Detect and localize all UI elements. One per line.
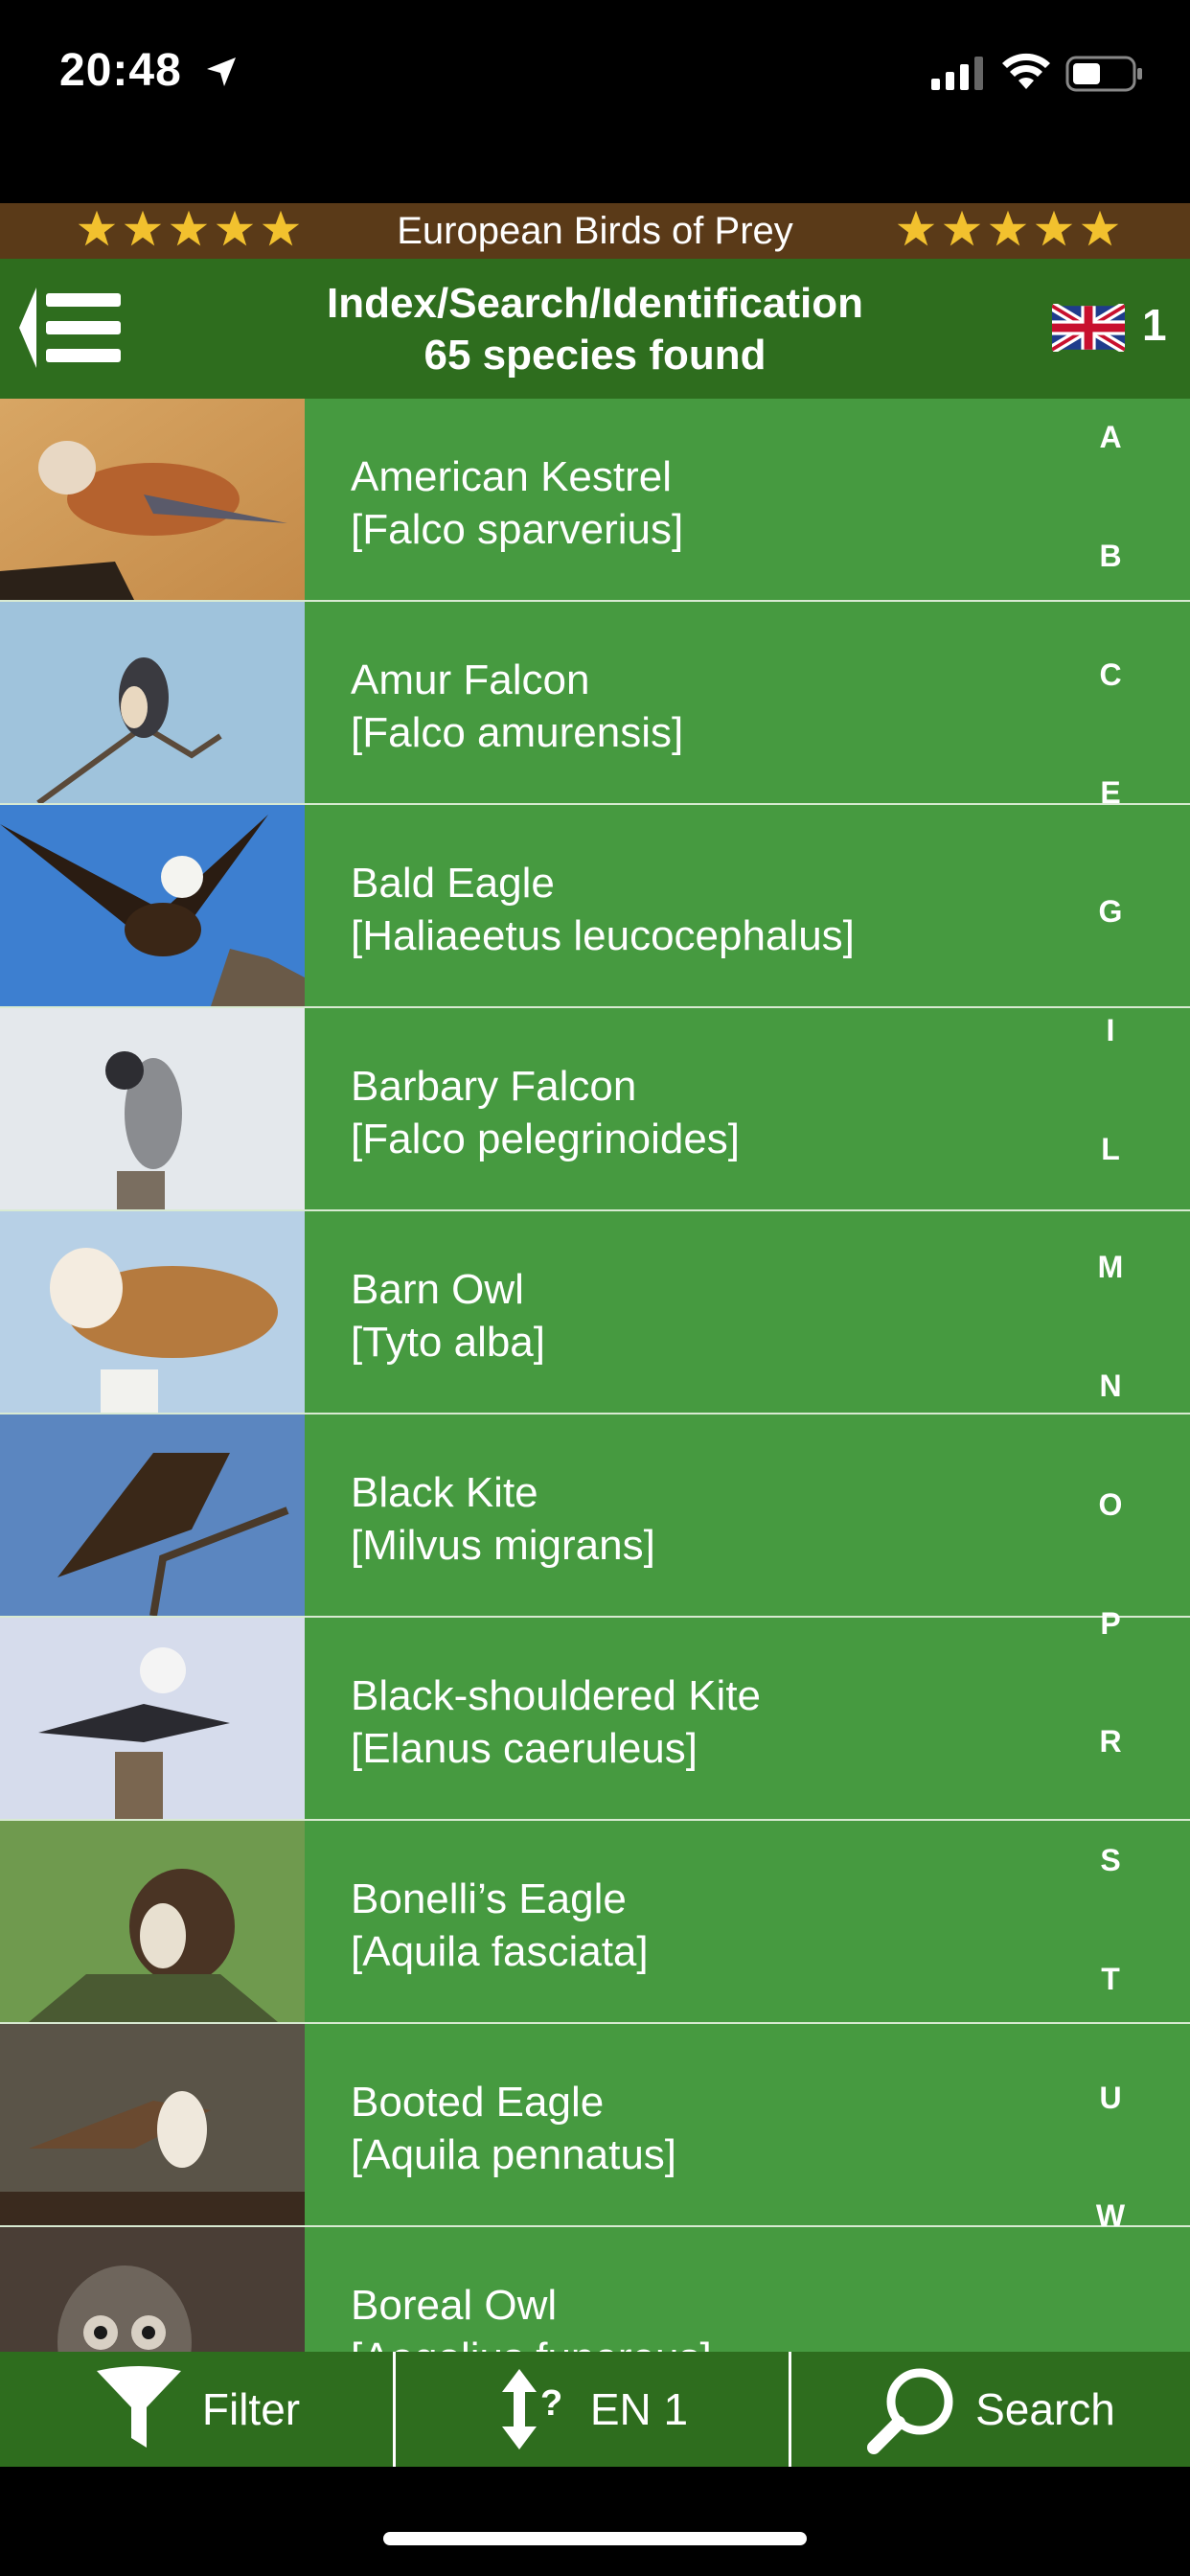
index-letter-n[interactable]: N [1054,1368,1167,1404]
species-name: Black-shouldered Kite [Elanus caeruleus] [351,1669,761,1775]
index-letter-s[interactable]: S [1054,1843,1167,1878]
cellular-signal-icon [931,57,983,90]
index-letter-g[interactable]: G [1054,894,1167,930]
species-count-text: 65 species found [423,332,767,379]
star-icon [1035,210,1073,246]
list-item[interactable]: Bonelli’s Eagle [Aquila fasciata] [0,1821,1190,2025]
list-item[interactable]: Barn Owl [Tyto alba] [0,1211,1190,1415]
latin-name: [Tyto alba] [351,1319,546,1366]
bird-thumbnail [0,2024,305,2225]
species-name: Booted Eagle [Aquila pennatus] [351,2076,676,2181]
header: Index/Search/Identification 65 species f… [0,259,1190,399]
bird-thumbnail [0,1821,305,2022]
index-letter-w[interactable]: W [1054,2198,1167,2234]
latin-name: [Falco sparverius] [351,506,684,553]
index-letter-o[interactable]: O [1054,1487,1167,1523]
search-label: Search [975,2384,1115,2434]
common-name: Black Kite [351,1469,538,1516]
svg-text:?: ? [540,2383,562,2424]
bird-thumbnail [0,1618,305,1819]
species-name: Amur Falcon [Falco amurensis] [351,654,683,759]
common-name: American Kestrel [351,453,673,500]
index-letter-u[interactable]: U [1054,2081,1167,2116]
index-letter-b[interactable]: B [1054,539,1167,574]
species-name: Barbary Falcon [Falco pelegrinoides] [351,1060,740,1165]
species-name: Bonelli’s Eagle [Aquila fasciata] [351,1873,649,1978]
bird-thumbnail [0,805,305,1006]
list-item[interactable]: Black Kite [Milvus migrans] [0,1414,1190,1619]
bird-thumbnail [0,1414,305,1616]
list-item[interactable]: Barbary Falcon [Falco pelegrinoides] [0,1008,1190,1212]
latin-name: [Aquila fasciata] [351,1928,649,1975]
list-item[interactable]: American Kestrel [Falco sparverius] [0,399,1190,603]
common-name: Amur Falcon [351,656,590,703]
star-icon [897,210,935,246]
language-count[interactable]: 1 [1142,299,1167,351]
index-letter-t[interactable]: T [1054,1962,1167,1997]
latin-name: [Falco pelegrinoides] [351,1116,741,1162]
search-icon [867,2368,953,2454]
list-item[interactable]: Boreal Owl [Aegolius funereus] [0,2227,1190,2352]
list-item[interactable]: Black-shouldered Kite [Elanus caeruleus] [0,1618,1190,1822]
list-item[interactable]: Bald Eagle [Haliaeetus leucocephalus] [0,805,1190,1009]
species-name: Barn Owl [Tyto alba] [351,1263,545,1368]
list-item[interactable]: Amur Falcon [Falco amurensis] [0,602,1190,806]
common-name: Bald Eagle [351,860,555,907]
species-list[interactable]: American Kestrel [Falco sparverius] Amur… [0,399,1190,2352]
bird-thumbnail [0,399,305,600]
star-icon [989,210,1027,246]
index-letter-a[interactable]: A [1054,420,1167,455]
star-icon [1081,210,1119,246]
filter-label: Filter [201,2384,301,2434]
location-arrow-icon [207,58,236,86]
bird-thumbnail [0,1211,305,1413]
rating-stars-right [896,207,1120,255]
index-letter-r[interactable]: R [1054,1724,1167,1760]
sort-language-button[interactable]: ? EN 1 [396,2352,789,2467]
common-name: Boreal Owl [351,2282,558,2329]
status-bar: 20:48 [0,0,1190,203]
bird-thumbnail [0,1008,305,1209]
filter-button[interactable]: Filter [0,2352,393,2467]
common-name: Bonelli’s Eagle [351,1875,627,1922]
page-title: Index/Search/Identification 65 species f… [0,278,1190,381]
latin-name: [Elanus caeruleus] [351,1725,698,1772]
index-letter-e[interactable]: E [1054,775,1167,811]
bird-thumbnail [0,2227,305,2352]
bottom-toolbar: Filter ? EN 1 Search [0,2352,1190,2467]
species-name: Bald Eagle [Haliaeetus leucocephalus] [351,857,855,962]
home-indicator[interactable] [383,2532,807,2545]
list-item[interactable]: Booted Eagle [Aquila pennatus] [0,2024,1190,2228]
status-time: 20:48 [59,45,182,96]
species-name: Boreal Owl [Aegolius funereus] [351,2279,712,2352]
star-icon [943,210,981,246]
latin-name: [Haliaeetus leucocephalus] [351,912,855,959]
species-name: Black Kite [Milvus migrans] [351,1466,655,1572]
search-button[interactable]: Search [791,2352,1190,2467]
index-letter-m[interactable]: M [1054,1250,1167,1285]
index-letter-l[interactable]: L [1054,1132,1167,1167]
index-letter-i[interactable]: I [1054,1013,1167,1048]
common-name: Booted Eagle [351,2079,605,2126]
app-banner: European Birds of Prey [0,203,1190,259]
sort-arrows-icon: ? [501,2369,562,2450]
latin-name: [Milvus migrans] [351,1522,655,1569]
latin-name: [Aquila pennatus] [351,2131,677,2178]
common-name: Black-shouldered Kite [351,1672,762,1719]
alphabet-index[interactable]: A B C E G I L M N O P R S T U W [1054,399,1167,2352]
wifi-icon [1002,53,1050,89]
species-name: American Kestrel [Falco sparverius] [351,450,683,556]
common-name: Barn Owl [351,1266,524,1313]
page-title-line1: Index/Search/Identification [327,280,863,327]
battery-icon [1065,56,1142,92]
bird-thumbnail [0,602,305,803]
filter-funnel-icon [96,2366,181,2448]
latin-name: [Aegolius funereus] [351,2332,712,2352]
index-letter-p[interactable]: P [1054,1606,1167,1642]
index-letter-c[interactable]: C [1054,657,1167,693]
common-name: Barbary Falcon [351,1063,637,1110]
uk-flag-icon[interactable] [1052,304,1125,352]
latin-name: [Falco amurensis] [351,709,684,756]
sort-label: EN 1 [589,2384,689,2434]
